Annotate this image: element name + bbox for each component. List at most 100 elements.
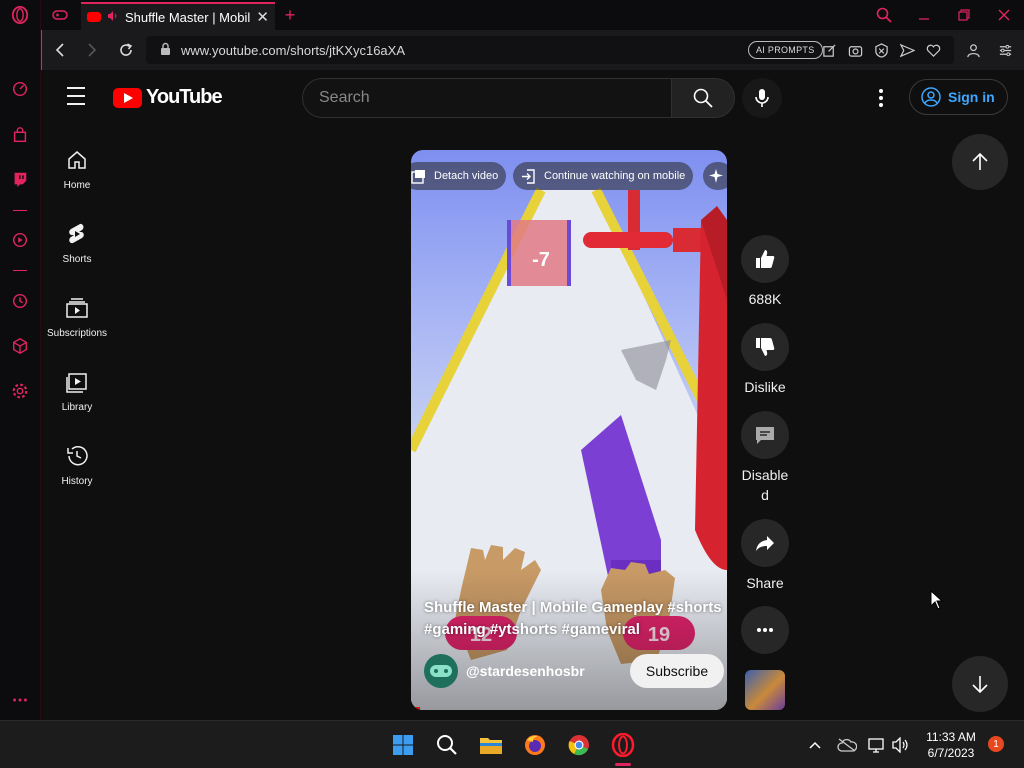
back-button[interactable] <box>50 40 70 60</box>
video-progress-bar[interactable] <box>411 707 421 710</box>
notification-badge[interactable]: 1 <box>988 736 1004 752</box>
forward-button[interactable] <box>82 40 102 60</box>
settings-gear-icon[interactable] <box>9 380 31 402</box>
ai-prompts-button[interactable]: AI PROMPTS <box>748 41 823 59</box>
onedrive-cloud-icon[interactable] <box>832 730 862 760</box>
active-tab[interactable]: Shuffle Master | Mobile ✕ <box>81 2 275 30</box>
reload-button[interactable] <box>116 40 136 60</box>
settings-more-icon[interactable] <box>870 86 892 110</box>
sign-in-label: Sign in <box>948 89 995 105</box>
edit-share-icon[interactable] <box>820 41 838 59</box>
subscribe-button[interactable]: Subscribe <box>630 654 724 688</box>
windows-taskbar: 11:33 AM 6/7/2023 1 <box>0 720 1024 768</box>
guide-item-history[interactable]: History <box>42 430 112 504</box>
tab-title: Shuffle Master | Mobile <box>125 9 251 25</box>
like-count: 688K <box>748 291 782 307</box>
player-icon[interactable] <box>9 229 31 251</box>
address-bar: www.youtube.com/shorts/jtKXyc16aXA AI PR… <box>41 30 1024 70</box>
lock-icon[interactable] <box>160 42 171 58</box>
youtube-logo[interactable]: YouTube <box>113 86 223 109</box>
sparkle-icon <box>709 169 723 183</box>
close-window-button[interactable] <box>993 4 1015 26</box>
comments-button[interactable]: Disable d <box>736 411 794 505</box>
taskbar-search-icon[interactable] <box>432 730 462 760</box>
opera-logo-icon[interactable] <box>9 4 31 26</box>
more-options-icon[interactable] <box>9 689 31 711</box>
bookmark-heart-icon[interactable] <box>924 41 942 59</box>
guide-item-shorts[interactable]: Shorts <box>42 208 112 282</box>
volume-icon[interactable] <box>886 730 916 760</box>
audio-remix-thumbnail[interactable] <box>745 670 785 710</box>
camera-snapshot-icon[interactable] <box>846 41 864 59</box>
opera-taskbar-icon[interactable] <box>608 730 638 760</box>
tab-close-icon[interactable]: ✕ <box>256 8 269 26</box>
dislike-circle[interactable] <box>741 323 789 371</box>
share-button[interactable]: Share <box>736 519 794 593</box>
detach-icon <box>411 169 425 184</box>
guide-item-library[interactable]: Library <box>42 356 112 430</box>
dislike-label: Dislike <box>744 379 786 395</box>
subscriptions-icon <box>66 298 88 318</box>
youtube-play-logo-icon <box>113 87 142 108</box>
like-circle[interactable] <box>741 235 789 283</box>
guide-item-home[interactable]: Home <box>42 134 112 208</box>
opera-sidebar <box>0 0 41 720</box>
account-icon[interactable] <box>964 41 982 59</box>
ad-blocker-icon[interactable] <box>872 41 890 59</box>
history-clock-icon[interactable] <box>9 290 31 312</box>
game-controller-icon[interactable] <box>49 4 71 26</box>
minimize-button[interactable] <box>913 4 935 26</box>
video-overlay-toolbar: Detach video Continue watching on mobile <box>411 162 727 192</box>
mouse-cursor-icon <box>930 589 944 615</box>
ai-sparkle-button[interactable] <box>703 162 727 190</box>
like-button[interactable]: 688K <box>736 235 794 309</box>
dislike-button[interactable]: Dislike <box>736 323 794 397</box>
detach-label: Detach video <box>434 170 499 182</box>
more-actions-button[interactable] <box>736 606 794 660</box>
chrome-icon[interactable] <box>564 730 594 760</box>
show-hidden-icons-chevron-icon[interactable] <box>800 730 830 760</box>
share-arrow-icon <box>756 536 774 551</box>
more-actions-circle[interactable] <box>741 606 789 654</box>
next-short-button[interactable] <box>952 656 1008 712</box>
share-circle[interactable] <box>741 519 789 567</box>
shorts-icon <box>69 223 84 244</box>
sidebar-divider <box>13 270 27 271</box>
comments-circle[interactable] <box>741 411 789 459</box>
shorts-video-player[interactable]: -7 12 19 Detach video <box>411 150 727 710</box>
active-app-indicator <box>615 763 631 766</box>
history-icon <box>67 445 88 466</box>
video-title[interactable]: Shuffle Master | Mobile Gameplay #shorts… <box>424 597 724 641</box>
voice-search-button[interactable] <box>742 78 782 118</box>
new-tab-button[interactable]: + <box>279 4 301 26</box>
thumbs-down-icon <box>756 338 775 356</box>
channel-name[interactable]: @stardesenhosbr <box>466 663 622 679</box>
arrow-up-icon <box>972 152 988 170</box>
firefox-icon[interactable] <box>520 730 550 760</box>
easy-setup-icon[interactable] <box>996 41 1014 59</box>
search-button[interactable] <box>671 78 735 118</box>
detach-video-button[interactable]: Detach video <box>411 162 507 190</box>
start-windows-icon[interactable] <box>388 730 418 760</box>
search-tabs-icon[interactable] <box>873 4 895 26</box>
share-label: Share <box>746 575 784 591</box>
file-explorer-icon[interactable] <box>476 730 506 760</box>
sign-in-button[interactable]: Sign in <box>909 79 1008 115</box>
speed-dial-icon[interactable] <box>9 78 31 100</box>
extensions-cube-icon[interactable] <box>9 335 31 357</box>
search-input[interactable]: Search <box>302 78 672 118</box>
twitch-icon[interactable] <box>9 168 31 190</box>
channel-avatar[interactable] <box>424 654 458 688</box>
tab-audio-icon[interactable] <box>107 10 119 25</box>
continue-on-mobile-button[interactable]: Continue watching on mobile <box>513 162 694 190</box>
guide-item-subscriptions[interactable]: Subscriptions <box>42 282 112 356</box>
shopping-bag-icon[interactable] <box>9 124 31 146</box>
clock-time: 11:33 AM <box>926 730 976 744</box>
previous-short-button[interactable] <box>952 134 1008 190</box>
gate-value: -7 <box>532 249 550 271</box>
menu-icon[interactable] <box>67 87 87 107</box>
system-clock[interactable]: 11:33 AM 6/7/2023 <box>920 729 982 761</box>
restore-button[interactable] <box>953 4 975 26</box>
guide-label: Library <box>61 402 93 413</box>
send-flow-icon[interactable] <box>898 41 916 59</box>
